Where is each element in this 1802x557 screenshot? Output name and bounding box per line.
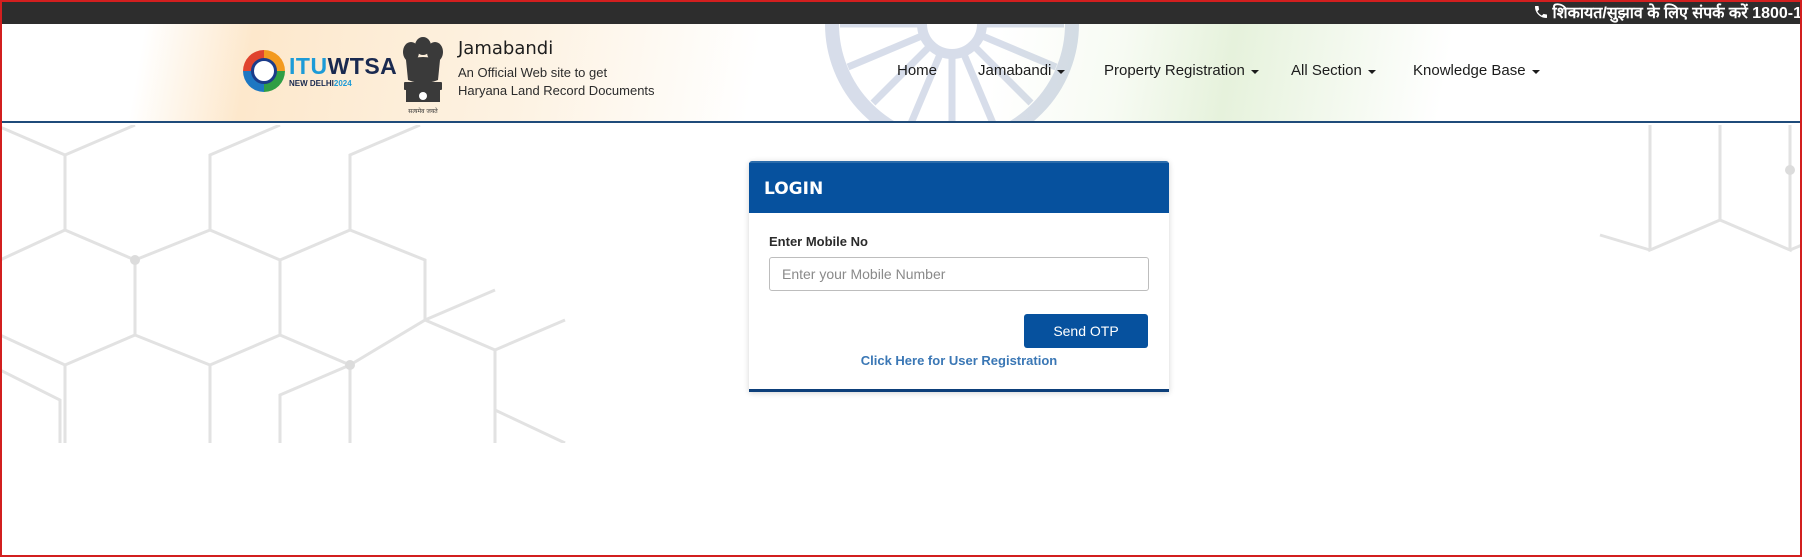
nav-all-section[interactable]: All Section [1291,62,1376,79]
caret-down-icon [1057,69,1066,74]
nav-all-section-label: All Section [1291,62,1362,79]
nav-knowledge-base[interactable]: Knowledge Base [1413,62,1540,79]
itu-wtsa-logo[interactable]: ITUWTSA NEW DELHI2024 [243,50,397,92]
itu-ring-icon [243,50,285,92]
phone-icon [1534,6,1547,18]
helpline-ticker: शिकायत/सुझाव के लिए संपर्क करें 1800-1 [0,0,1802,24]
caret-down-icon [1367,69,1376,74]
itu-wordmark: ITUWTSA NEW DELHI2024 [289,52,398,88]
mobile-label: Enter Mobile No [769,234,868,249]
nav-property-registration-label: Property Registration [1104,62,1245,79]
site-subtitle-line1: An Official Web site to get [458,65,608,80]
ticker-content: शिकायत/सुझाव के लिए संपर्क करें 1800-1 [1533,0,1802,24]
login-card: LOGIN Enter Mobile No Send OTP Click Her… [749,161,1169,392]
nav-jamabandi-label: Jamabandi [978,62,1052,79]
nav-home[interactable]: Home [897,62,937,79]
mobile-number-input[interactable] [769,257,1149,291]
ticker-text: शिकायत/सुझाव के लिए संपर्क करें 1800-1 [1552,5,1802,22]
site-header: ITUWTSA NEW DELHI2024 सत्यमेव जयते Jamab… [0,24,1802,123]
itu-text: ITU [289,52,328,79]
nav-jamabandi[interactable]: Jamabandi [978,62,1066,79]
ashoka-chakra-watermark [825,24,1079,121]
year-text: 2024 [333,78,352,88]
site-subtitle-line2: Haryana Land Record Documents [458,83,655,98]
login-title: LOGIN [749,163,1169,213]
new-delhi-text: NEW DELHI [289,78,334,88]
nav-property-registration[interactable]: Property Registration [1104,62,1259,79]
send-otp-button[interactable]: Send OTP [1024,314,1148,348]
caret-down-icon [1250,69,1259,74]
caret-down-icon [1531,69,1540,74]
user-registration-link[interactable]: Click Here for User Registration [749,353,1169,368]
nav-home-label: Home [897,62,938,79]
site-title[interactable]: Jamabandi [458,38,553,59]
nav-knowledge-base-label: Knowledge Base [1413,62,1526,79]
national-emblem-icon: सत्यमेव जयते [403,37,443,115]
wtsa-text: WTSA [327,52,398,79]
emblem-caption: सत्यमेव जयते [408,107,438,115]
